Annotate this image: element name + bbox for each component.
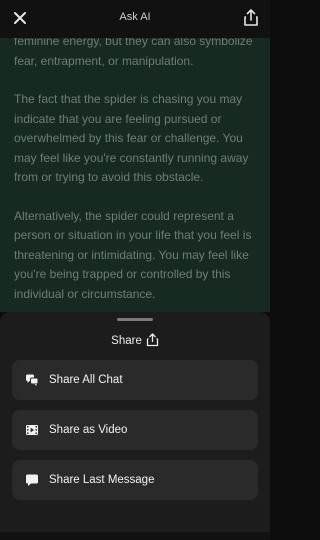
share-sheet: Share Share All Chat Share as Video Shar… bbox=[0, 312, 270, 540]
home-indicator-area bbox=[0, 532, 270, 540]
share-as-video-button[interactable]: Share as Video bbox=[12, 410, 258, 450]
share-last-message-button[interactable]: Share Last Message bbox=[12, 460, 258, 500]
video-icon bbox=[25, 423, 39, 437]
share-title-label: Share bbox=[111, 335, 142, 347]
chat-area: feminine energy, but they can also symbo… bbox=[0, 38, 270, 312]
page-title: Ask AI bbox=[119, 11, 151, 23]
message-paragraph: The fact that the spider is chasing you … bbox=[14, 92, 249, 184]
drag-handle[interactable] bbox=[117, 318, 153, 321]
share-last-message-label: Share Last Message bbox=[49, 474, 155, 486]
share-icon[interactable] bbox=[243, 9, 259, 27]
share-all-chat-button[interactable]: Share All Chat bbox=[12, 360, 258, 400]
message-icon bbox=[25, 473, 39, 487]
top-bar: Ask AI bbox=[0, 0, 270, 38]
message-paragraph: Alternatively, the spider could represen… bbox=[14, 208, 252, 301]
chat-bubbles-icon bbox=[25, 373, 39, 387]
ai-message: feminine energy, but they can also symbo… bbox=[14, 38, 259, 312]
share-as-video-label: Share as Video bbox=[49, 424, 128, 436]
share-icon bbox=[146, 332, 159, 350]
share-all-chat-label: Share All Chat bbox=[49, 374, 123, 386]
message-paragraph: feminine energy, but they can also symbo… bbox=[14, 38, 253, 68]
share-sheet-title: Share bbox=[0, 332, 270, 350]
